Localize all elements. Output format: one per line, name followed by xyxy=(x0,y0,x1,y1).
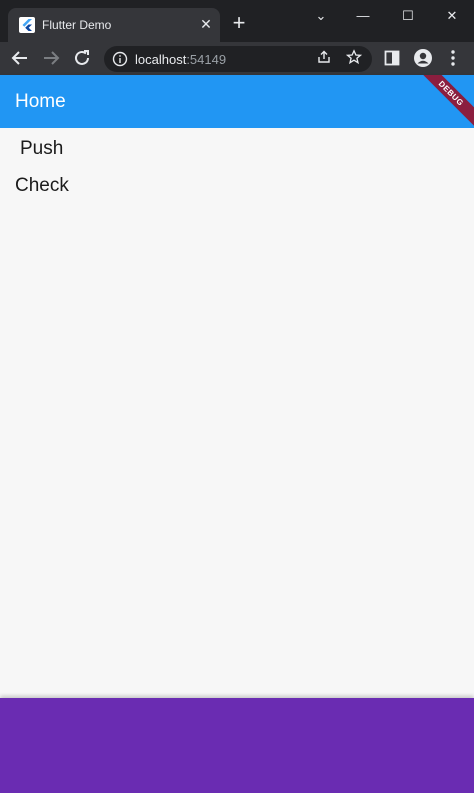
maximize-icon[interactable]: ☐ xyxy=(393,6,423,26)
tab-title: Flutter Demo xyxy=(42,18,112,32)
kebab-menu-icon[interactable] xyxy=(442,47,464,69)
info-icon[interactable] xyxy=(112,51,128,67)
tab-strip: Flutter Demo ✕ + ⌄ — ☐ ✕ xyxy=(0,0,474,42)
page-body: Push Check xyxy=(0,128,474,698)
new-tab-icon[interactable]: + xyxy=(229,12,249,34)
reload-icon[interactable] xyxy=(71,47,93,69)
url-port: :54149 xyxy=(186,52,227,67)
star-icon[interactable] xyxy=(344,49,364,69)
url-text: localhost:54149 xyxy=(135,52,226,67)
check-text: Check xyxy=(15,175,69,196)
side-panel-icon[interactable] xyxy=(381,47,403,69)
tab-flutter-demo[interactable]: Flutter Demo ✕ xyxy=(8,8,220,42)
address-bar[interactable]: localhost:54149 xyxy=(104,46,372,72)
tab-close-icon[interactable]: ✕ xyxy=(197,15,215,33)
debug-banner: DEBUG xyxy=(414,75,474,128)
url-host: localhost xyxy=(135,52,187,67)
bottom-bar xyxy=(0,698,474,793)
browser-toolbar: localhost:54149 xyxy=(0,42,474,75)
minimize-icon[interactable]: — xyxy=(348,6,378,26)
push-text[interactable]: Push xyxy=(20,138,63,160)
profile-icon[interactable] xyxy=(412,47,434,69)
chevron-down-icon[interactable]: ⌄ xyxy=(306,6,336,26)
flutter-icon xyxy=(19,17,35,33)
app-bar: Home DEBUG xyxy=(0,75,474,128)
arrow-right-icon[interactable] xyxy=(40,47,62,69)
browser-chrome: Flutter Demo ✕ + ⌄ — ☐ ✕ localhost:54149 xyxy=(0,0,474,75)
page-title: Home xyxy=(15,91,66,112)
share-icon[interactable] xyxy=(314,49,334,69)
close-icon[interactable]: ✕ xyxy=(437,6,467,26)
arrow-left-icon[interactable] xyxy=(9,47,31,69)
